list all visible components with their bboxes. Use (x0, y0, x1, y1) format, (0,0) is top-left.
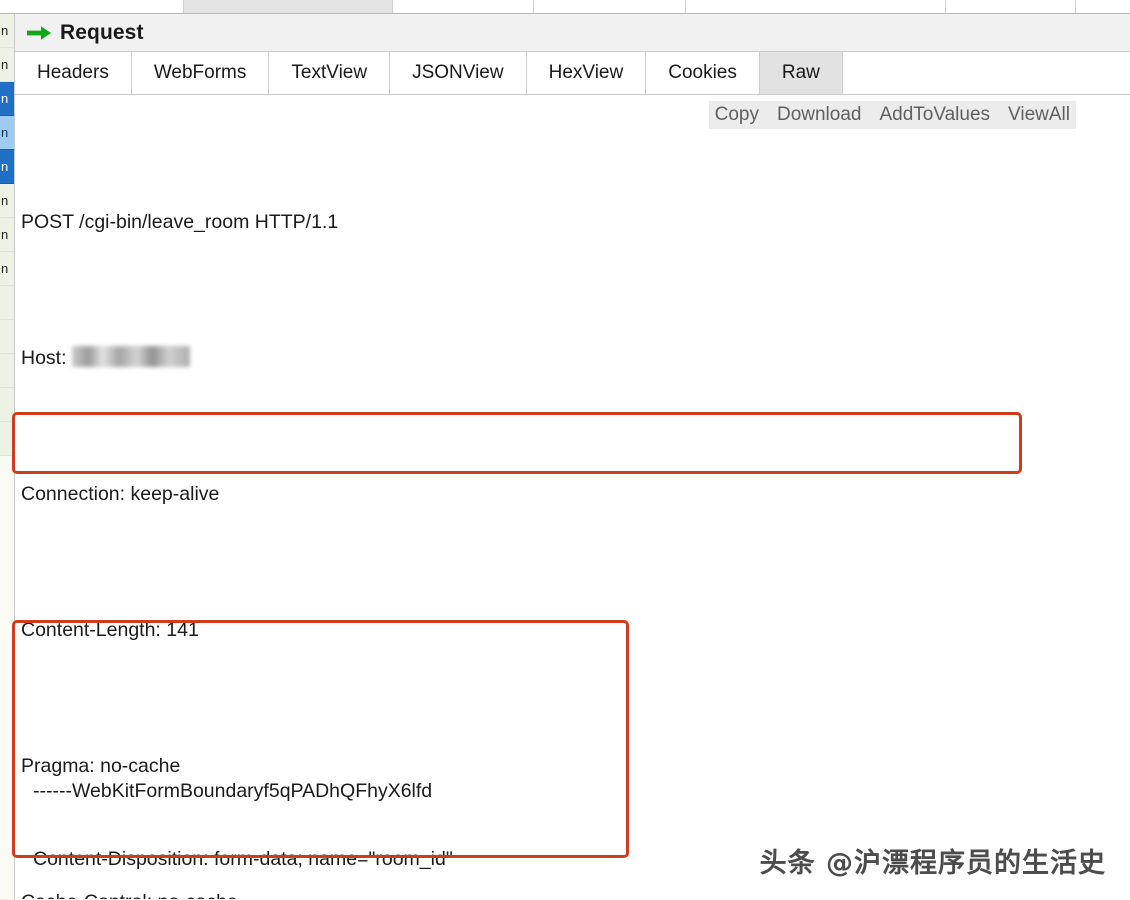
grid-column-cell[interactable] (946, 0, 1076, 13)
page-title: Request (60, 20, 144, 44)
raw-request-line: POST /cgi-bin/leave_room HTTP/1.1 (21, 211, 339, 233)
grid-column-cell[interactable] (534, 0, 686, 13)
inspector-tabs: Headers WebForms TextView JSONView HexVi… (15, 52, 1130, 95)
raw-content-area[interactable]: Copy Download AddToValues ViewAll POST /… (15, 95, 1130, 899)
header-name: Connection: (21, 483, 126, 505)
grid-column-cell-selected[interactable] (184, 0, 393, 13)
list-item[interactable]: n (0, 14, 14, 48)
list-item[interactable] (0, 354, 14, 388)
grid-column-cell[interactable] (393, 0, 534, 13)
grid-column-cell[interactable] (0, 0, 184, 13)
list-item[interactable]: n (0, 218, 14, 252)
tabs-empty-space (842, 52, 1130, 94)
download-button[interactable]: Download (777, 104, 862, 126)
tab-hexview[interactable]: HexView (526, 52, 647, 94)
list-item[interactable]: n (0, 252, 14, 286)
tab-textview[interactable]: TextView (269, 52, 391, 94)
list-item[interactable] (0, 320, 14, 354)
copy-button[interactable]: Copy (715, 104, 759, 126)
redacted-value (71, 346, 190, 368)
list-item-empty (0, 456, 14, 900)
grid-column-cell[interactable] (686, 0, 946, 13)
body-content-disposition: Content-Disposition: form-data; name="ro… (33, 848, 453, 870)
screenshot-root: n n n n n n n n Request Headers WebForms (0, 0, 1130, 900)
body-boundary-open: ------WebKitFormBoundaryf5qPADhQFhyX6lfd (33, 780, 433, 802)
raw-header-content-length: Content-Length: 141 (21, 613, 1124, 647)
tab-headers[interactable]: Headers (15, 52, 132, 94)
raw-action-links: Copy Download AddToValues ViewAll (708, 101, 1076, 129)
grid-column-cell[interactable] (1076, 0, 1130, 13)
raw-header-connection: Connection: keep-alive (21, 477, 1124, 511)
request-header-bar: Request (15, 14, 1130, 52)
list-item[interactable]: n (0, 48, 14, 82)
list-item[interactable]: n (0, 184, 14, 218)
header-name: Host: (21, 347, 67, 369)
tab-cookies[interactable]: Cookies (646, 52, 760, 94)
list-item-selected[interactable]: n (0, 116, 14, 150)
raw-header-host: Host: (21, 341, 1124, 375)
view-all-button[interactable]: ViewAll (1008, 104, 1070, 126)
arrow-right-icon (26, 25, 52, 41)
header-value: 141 (160, 619, 199, 641)
list-item-selected[interactable]: n (0, 82, 14, 116)
session-list-peek[interactable]: n n n n n n n n (0, 14, 14, 900)
session-grid-header-strip (0, 0, 1130, 14)
tab-webforms[interactable]: WebForms (131, 52, 270, 94)
header-value: keep-alive (125, 483, 220, 505)
raw-request-body: ------WebKitFormBoundaryf5qPADhQFhyX6lfd… (33, 740, 453, 899)
list-item[interactable] (0, 286, 14, 320)
request-inspector: Request Headers WebForms TextView JSONVi… (14, 14, 1130, 900)
list-item-selected[interactable]: n (0, 150, 14, 184)
tab-jsonview[interactable]: JSONView (390, 52, 527, 94)
list-item[interactable] (0, 422, 14, 456)
watermark-text: 头条 @沪漂程序员的生活史 (759, 848, 1106, 879)
list-item[interactable] (0, 388, 14, 422)
add-to-values-button[interactable]: AddToValues (879, 104, 990, 126)
header-name: Content-Length: (21, 619, 161, 641)
tab-raw[interactable]: Raw (759, 52, 843, 94)
